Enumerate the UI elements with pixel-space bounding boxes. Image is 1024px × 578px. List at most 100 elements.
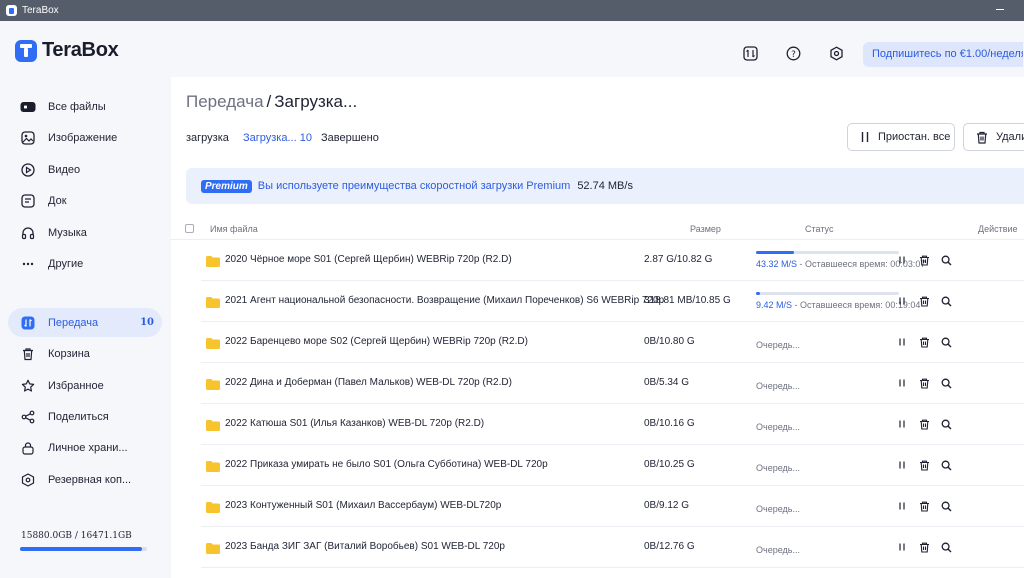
download-progress-bar — [756, 251, 899, 254]
pause-icon[interactable] — [896, 295, 908, 307]
search-icon[interactable] — [940, 295, 952, 307]
file-size: 0B/12.76 G — [644, 541, 695, 552]
title-bar: TeraBox — [0, 0, 1024, 21]
table-row[interactable]: 2023 Банда ЗИГ ЗАГ (Виталий Воробьев) S0… — [201, 527, 1024, 568]
table-row[interactable]: 2020 Чёрное море S01 (Сергей Щербин) WEB… — [201, 240, 1024, 281]
table-row[interactable]: 2022 Приказа умирать не было S01 (Ольга … — [201, 445, 1024, 486]
sidebar-item-label: Резервная коп... — [48, 473, 132, 486]
breadcrumb-parent[interactable]: Передача — [186, 92, 264, 111]
table-row[interactable]: 2022 Баренцево море S02 (Сергей Щербин) … — [201, 322, 1024, 363]
file-size: 0B/10.16 G — [644, 418, 695, 429]
trash-icon[interactable] — [918, 500, 930, 512]
search-icon[interactable] — [940, 500, 952, 512]
storage-usage-text: 15880.0GB / 16471.1GB — [21, 531, 132, 541]
download-progress-fill — [756, 251, 794, 254]
breadcrumb-separator: / — [266, 92, 272, 111]
pause-icon[interactable] — [896, 377, 908, 389]
table-header: Имя файла Размер Статус Действие — [171, 218, 1024, 240]
search-icon[interactable] — [940, 459, 952, 471]
column-name[interactable]: Имя файла — [210, 224, 258, 234]
queued-status: Очередь... — [756, 381, 800, 391]
sidebar-item-other[interactable]: Другие — [8, 249, 162, 278]
download-speed-text: 43.32 M/S — [756, 259, 798, 269]
trash-icon[interactable] — [918, 418, 930, 430]
sidebar-item-label: Другие — [48, 257, 84, 270]
sidebar-item-docs[interactable]: Док — [8, 186, 162, 215]
file-size: 318.81 MB/10.85 G — [644, 295, 731, 306]
sidebar-item-backup[interactable]: Резервная коп... — [8, 465, 162, 494]
sidebar-item-label: Передача — [48, 316, 99, 329]
trash-icon[interactable] — [918, 295, 930, 307]
logo-text: TeraBox — [42, 39, 119, 61]
pause-icon[interactable] — [896, 254, 908, 266]
terabox-logo-icon — [15, 39, 37, 62]
sidebar-item-share[interactable]: Поделиться — [8, 402, 162, 431]
tab-upload[interactable]: загрузка — [186, 132, 229, 144]
download-progress-bar — [756, 292, 899, 295]
file-name: 2023 Контуженный S01 (Михаил Вассербаум)… — [225, 500, 502, 511]
video-icon — [20, 162, 36, 178]
table-row[interactable]: 2021 Агент национальной безопасности. Во… — [201, 281, 1024, 322]
search-icon[interactable] — [940, 254, 952, 266]
settings-icon[interactable] — [828, 45, 844, 61]
trash-icon[interactable] — [918, 377, 930, 389]
download-speed-text: 9.42 M/S — [756, 300, 793, 310]
tab-downloading[interactable]: Загрузка... 10 — [243, 132, 312, 144]
select-all-checkbox[interactable] — [185, 224, 194, 233]
sidebar-item-music[interactable]: Музыка — [8, 218, 162, 247]
minimize-button[interactable] — [996, 9, 1004, 10]
sidebar-item-private-storage[interactable]: Личное храни... — [8, 433, 162, 462]
table-row[interactable]: 2022 Катюша S01 (Илья Казанков) WEB-DL 7… — [201, 404, 1024, 445]
trash-icon[interactable] — [918, 336, 930, 348]
transfer-count-badge: 10 — [140, 317, 154, 328]
sidebar-item-video[interactable]: Видео — [8, 155, 162, 184]
sidebar-item-label: Корзина — [48, 347, 90, 360]
tab-completed[interactable]: Завершено — [321, 132, 379, 144]
file-name: 2023 Банда ЗИГ ЗАГ (Виталий Воробьев) S0… — [225, 541, 505, 552]
trash-icon[interactable] — [918, 541, 930, 553]
download-speed: 52.74 MB/s — [577, 180, 633, 192]
transfer-icon — [20, 315, 36, 331]
delete-all-button[interactable]: Удали — [963, 123, 1024, 151]
star-icon — [20, 378, 36, 394]
sidebar-item-transfer[interactable]: Передача 10 — [8, 308, 162, 337]
pause-all-label: Приостан. все — [878, 131, 951, 143]
sidebar-item-images[interactable]: Изображение — [8, 123, 162, 152]
logo[interactable]: TeraBox — [15, 39, 119, 62]
pause-icon[interactable] — [896, 541, 908, 553]
storage-usage-bar — [20, 547, 147, 551]
sidebar-item-label: Док — [48, 194, 67, 207]
sidebar: Все файлы Изображение Видео Док Музыка Д… — [0, 77, 171, 578]
search-icon[interactable] — [940, 377, 952, 389]
search-icon[interactable] — [940, 541, 952, 553]
pause-icon[interactable] — [896, 336, 908, 348]
sidebar-item-trash[interactable]: Корзина — [8, 339, 162, 368]
sidebar-item-favorites[interactable]: Избранное — [8, 371, 162, 400]
queued-status: Очередь... — [756, 422, 800, 432]
trash-icon[interactable] — [918, 254, 930, 266]
sidebar-item-all-files[interactable]: Все файлы — [8, 92, 162, 121]
pause-all-button[interactable]: Приостан. все — [847, 123, 955, 151]
speedup-icon[interactable] — [742, 45, 758, 61]
table-row[interactable]: 2023 Контуженный S01 (Михаил Вассербаум)… — [201, 486, 1024, 527]
subscribe-button[interactable]: Подпишитесь по €1.00/неделя — [863, 42, 1023, 67]
breadcrumb: Передача / Загрузка... — [186, 92, 357, 112]
all-files-icon — [20, 99, 36, 115]
pause-icon[interactable] — [896, 418, 908, 430]
image-icon — [20, 130, 36, 146]
pause-icon[interactable] — [896, 459, 908, 471]
pause-icon[interactable] — [896, 500, 908, 512]
private-storage-icon — [20, 440, 36, 456]
headphones-icon — [20, 225, 36, 241]
table-row[interactable]: 2022 Дина и Доберман (Павел Мальков) WEB… — [201, 363, 1024, 404]
share-icon — [20, 409, 36, 425]
search-icon[interactable] — [940, 336, 952, 348]
window-title: TeraBox — [22, 5, 59, 16]
trash-icon[interactable] — [918, 459, 930, 471]
search-icon[interactable] — [940, 418, 952, 430]
file-name: 2020 Чёрное море S01 (Сергей Щербин) WEB… — [225, 254, 512, 265]
premium-banner: Premium Вы используете преимущества скор… — [186, 168, 1024, 204]
help-icon[interactable]: ? — [785, 45, 801, 61]
sidebar-item-label: Все файлы — [48, 100, 106, 113]
column-size[interactable]: Размер — [690, 224, 721, 234]
